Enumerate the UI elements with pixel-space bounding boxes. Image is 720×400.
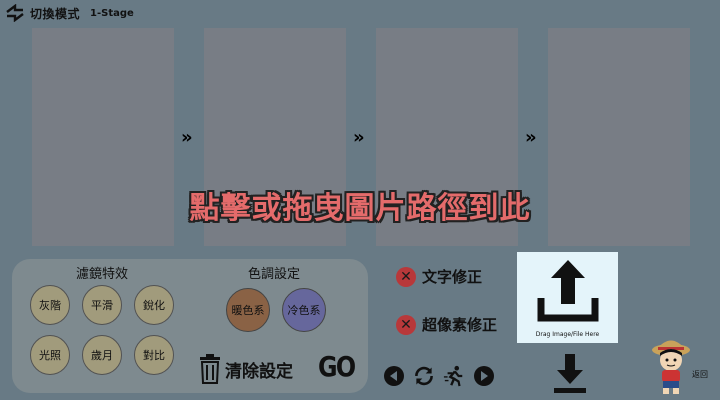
- stage-label: 1-Stage: [90, 7, 134, 19]
- super-resolution-toggle[interactable]: ✕ 超像素修正: [396, 314, 497, 335]
- mode-title: 切換模式: [30, 6, 81, 21]
- x-circle-icon: ✕: [396, 314, 416, 335]
- filter-sharpen-button[interactable]: 銳化: [134, 285, 174, 325]
- x-circle-icon: ✕: [396, 266, 416, 287]
- chibi-character-icon: [652, 340, 690, 394]
- step-arrow-2: »: [353, 127, 365, 148]
- download-icon[interactable]: [553, 352, 587, 394]
- text-correction-toggle[interactable]: ✕ 文字修正: [396, 266, 482, 287]
- upload-dropzone[interactable]: Drag Image/File Here: [517, 252, 618, 343]
- next-icon[interactable]: [473, 365, 495, 387]
- prev-icon[interactable]: [383, 365, 405, 387]
- step-arrow-1: »: [181, 127, 193, 148]
- clear-settings-label: 清除設定: [225, 361, 293, 382]
- go-button[interactable]: GO: [318, 350, 356, 383]
- cool-tone-button[interactable]: 冷色系: [282, 288, 326, 332]
- text-correction-label: 文字修正: [422, 268, 483, 286]
- back-button[interactable]: 返回: [650, 336, 720, 396]
- run-icon[interactable]: [443, 365, 465, 387]
- filter-lighting-button[interactable]: 光照: [30, 335, 70, 375]
- filter-panel: 濾鏡特效 灰階 平滑 銳化 光照 歲月 對比 色調設定 暖色系 冷色系: [12, 259, 368, 393]
- filter-aging-button[interactable]: 歲月: [82, 335, 122, 375]
- switch-arrows-icon: [6, 4, 24, 22]
- color-settings-title: 色調設定: [248, 267, 301, 282]
- warm-tone-button[interactable]: 暖色系: [226, 288, 270, 332]
- filter-title: 濾鏡特效: [76, 267, 129, 282]
- step-arrow-3: »: [525, 127, 537, 148]
- back-label: 返回: [692, 370, 708, 379]
- refresh-icon[interactable]: [413, 365, 435, 387]
- mode-switch[interactable]: 切換模式 1-Stage: [4, 3, 134, 23]
- upload-caption: Drag Image/File Here: [535, 331, 600, 338]
- filter-contrast-button[interactable]: 對比: [134, 335, 174, 375]
- super-resolution-label: 超像素修正: [422, 316, 498, 334]
- trash-icon: [200, 354, 220, 384]
- filter-grayscale-button[interactable]: 灰階: [30, 285, 70, 325]
- media-controls: [383, 365, 495, 387]
- upload-icon: [537, 260, 599, 322]
- drop-prompt[interactable]: 點擊或拖曳圖片路徑到此: [0, 183, 720, 227]
- filter-smooth-button[interactable]: 平滑: [82, 285, 122, 325]
- clear-settings-button[interactable]: 清除設定: [199, 354, 293, 384]
